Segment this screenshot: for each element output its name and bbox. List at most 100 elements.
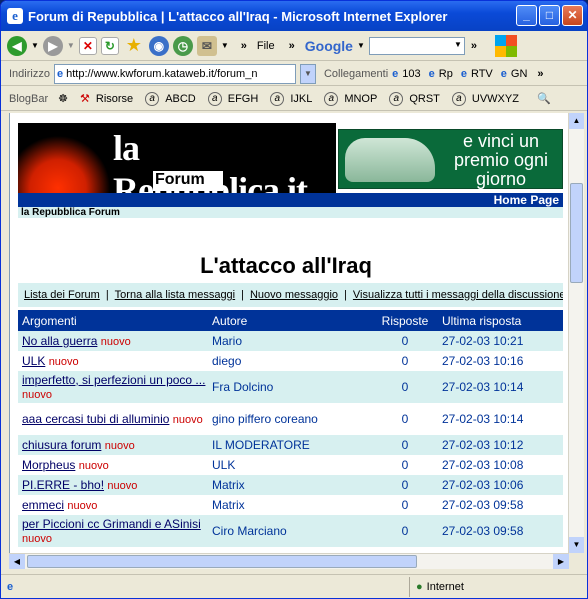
title-bar: e Forum di Repubblica | L'attacco all'Ir…: [1, 1, 587, 31]
link-icon: e: [500, 67, 507, 80]
link-103[interactable]: 103: [402, 68, 420, 80]
address-dropdown-icon[interactable]: ▼: [299, 63, 316, 84]
topic-link[interactable]: No alla guerra: [22, 334, 97, 348]
risorse-menu[interactable]: Risorse: [96, 93, 133, 105]
new-badge: nuovo: [67, 500, 98, 512]
new-badge: nuovo: [78, 460, 109, 472]
home-page-link[interactable]: Home Page: [494, 193, 559, 207]
back-icon[interactable]: ◀: [7, 35, 27, 56]
topic-link[interactable]: imperfetto, si perfezioni un poco ...: [22, 373, 205, 387]
forward-icon[interactable]: ▶: [42, 35, 63, 56]
col-author: Autore: [208, 310, 368, 331]
new-badge: nuovo: [22, 532, 52, 545]
toolbar-overflow-icon[interactable]: »: [241, 40, 247, 52]
vertical-scrollbar[interactable]: ▲ ▼: [568, 113, 584, 553]
search-icon[interactable]: 🔍: [537, 92, 551, 105]
last-reply-cell: 27-02-03 10:14: [438, 371, 563, 403]
close-button[interactable]: ✕: [562, 5, 583, 26]
table-row: ULK nuovo diego 0 27-02-03 10:16: [18, 351, 563, 371]
author-cell: diego: [212, 354, 242, 368]
replies-cell: 0: [401, 498, 409, 512]
replies-cell: 0: [401, 354, 409, 368]
links-overflow-icon[interactable]: »: [537, 68, 543, 80]
window-title: Forum di Repubblica | L'attacco all'Iraq…: [28, 8, 448, 24]
bookmark-ijkl[interactable]: IJKL: [290, 93, 312, 105]
back-dropdown-icon[interactable]: ▼: [31, 41, 39, 50]
topic-link[interactable]: per Piccioni cc Grimandi e ASinisi: [22, 517, 201, 531]
new-badge: nuovo: [48, 356, 79, 368]
scroll-thumb[interactable]: [570, 183, 583, 283]
favorites-star-icon[interactable]: ★: [123, 35, 145, 56]
col-last-reply: Ultima risposta: [438, 310, 563, 331]
table-row: No alla guerra nuovo Mario 0 27-02-03 10…: [18, 331, 563, 351]
author-cell: Mario: [208, 331, 368, 351]
at-icon: a: [451, 91, 466, 106]
last-reply-cell: 27-02-03 10:08: [442, 458, 524, 472]
breadcrumb: la Repubblica Forum: [18, 207, 563, 218]
topic-link[interactable]: emmeci: [22, 498, 64, 512]
windows-logo-icon: [495, 34, 518, 57]
table-row: aaa cercasi tubi di alluminio nuovo gino…: [18, 403, 563, 435]
menu-overflow-icon[interactable]: »: [289, 40, 295, 52]
bookmark-efgh[interactable]: EFGH: [228, 93, 259, 105]
last-reply-cell: 27-02-03 10:16: [442, 354, 524, 368]
stop-icon[interactable]: ✕: [78, 36, 97, 55]
last-reply-cell: 27-02-03 10:14: [442, 412, 524, 426]
scroll-left-icon[interactable]: ◀: [9, 554, 25, 569]
author-cell: Matrix: [208, 475, 368, 495]
bookmark-abcd[interactable]: ABCD: [165, 93, 196, 105]
page-content: la Repubblica.it Forum e vinci un premio…: [9, 113, 569, 553]
history-icon[interactable]: ◷: [172, 35, 193, 56]
forward-dropdown-icon[interactable]: ▼: [67, 41, 75, 50]
link-rtv[interactable]: RTV: [471, 68, 493, 80]
scroll-right-icon[interactable]: ▶: [553, 554, 569, 569]
address-label: Indirizzo: [9, 67, 50, 80]
menu-forum-list[interactable]: Lista dei Forum: [24, 289, 100, 301]
ad-banner[interactable]: e vinci un premio ogni giorno: [338, 129, 563, 189]
table-row: per Piccioni cc Grimandi e ASinisi nuovo…: [18, 515, 563, 547]
zone-label: Internet: [426, 581, 464, 593]
scroll-down-icon[interactable]: ▼: [569, 537, 584, 553]
last-reply-cell: 27-02-03 10:06: [438, 475, 563, 495]
topic-link[interactable]: aaa cercasi tubi di alluminio: [22, 412, 169, 426]
bookmark-uvwxyz[interactable]: UVWXYZ: [472, 93, 519, 105]
replies-cell: 0: [401, 458, 409, 472]
horizontal-scrollbar[interactable]: ◀ ▶: [9, 553, 569, 569]
repubblica-logo[interactable]: la Repubblica.it Forum: [18, 123, 336, 210]
refresh-icon[interactable]: ↻: [100, 36, 119, 55]
forum-label: Forum: [153, 171, 223, 191]
topic-link[interactable]: chiusura forum: [22, 438, 101, 452]
site-banner: la Repubblica.it Forum e vinci un premio…: [18, 123, 563, 210]
link-gn[interactable]: GN: [511, 68, 528, 80]
menu-view-all[interactable]: Visualizza tutti i messaggi della discus…: [353, 289, 563, 301]
hscroll-thumb[interactable]: [27, 555, 417, 568]
bookmark-qrst[interactable]: QRST: [409, 93, 440, 105]
google-overflow-icon[interactable]: »: [471, 40, 477, 52]
address-url: http://www.kwforum.kataweb.it/forum_n: [66, 67, 258, 80]
google-search-input[interactable]: ▼: [368, 36, 465, 55]
mail-icon[interactable]: ✉: [196, 35, 217, 56]
table-row: imperfetto, si perfezioni un poco ... nu…: [18, 371, 563, 403]
menu-new-message[interactable]: Nuovo messaggio: [250, 289, 338, 301]
minimize-button[interactable]: _: [516, 5, 537, 26]
file-menu[interactable]: File: [257, 40, 275, 52]
media-icon[interactable]: ◉: [148, 35, 169, 56]
blogbar-icon[interactable]: ☸: [58, 92, 68, 105]
menu-back-to-list[interactable]: Torna alla lista messaggi: [115, 289, 235, 301]
author-cell: ULK: [212, 458, 236, 472]
bookmark-mnop[interactable]: MNOP: [344, 93, 377, 105]
topic-link[interactable]: ULK: [22, 354, 45, 368]
ad-text: e vinci un premio ogni giorno: [453, 131, 549, 189]
google-dropdown-icon[interactable]: ▼: [357, 41, 365, 50]
scroll-up-icon[interactable]: ▲: [569, 113, 584, 129]
link-rp[interactable]: Rp: [439, 68, 453, 80]
mail-dropdown-icon[interactable]: ▼: [221, 41, 229, 50]
topic-link[interactable]: PI.ERRE - bho!: [22, 478, 104, 492]
maximize-button[interactable]: □: [539, 5, 560, 26]
address-input[interactable]: e http://www.kwforum.kataweb.it/forum_n: [53, 63, 296, 84]
last-reply-cell: 27-02-03 10:12: [438, 435, 563, 455]
globe-icon: ●: [416, 581, 423, 593]
table-row: emmeci nuovo Matrix 0 27-02-03 09:58: [18, 495, 563, 515]
nav-toolbar: ◀ ▼ ▶ ▼ ✕ ↻ ★ ◉ ◷ ✉ ▼ » File » Google ▼ …: [1, 31, 587, 61]
topic-link[interactable]: Morpheus: [22, 458, 75, 472]
